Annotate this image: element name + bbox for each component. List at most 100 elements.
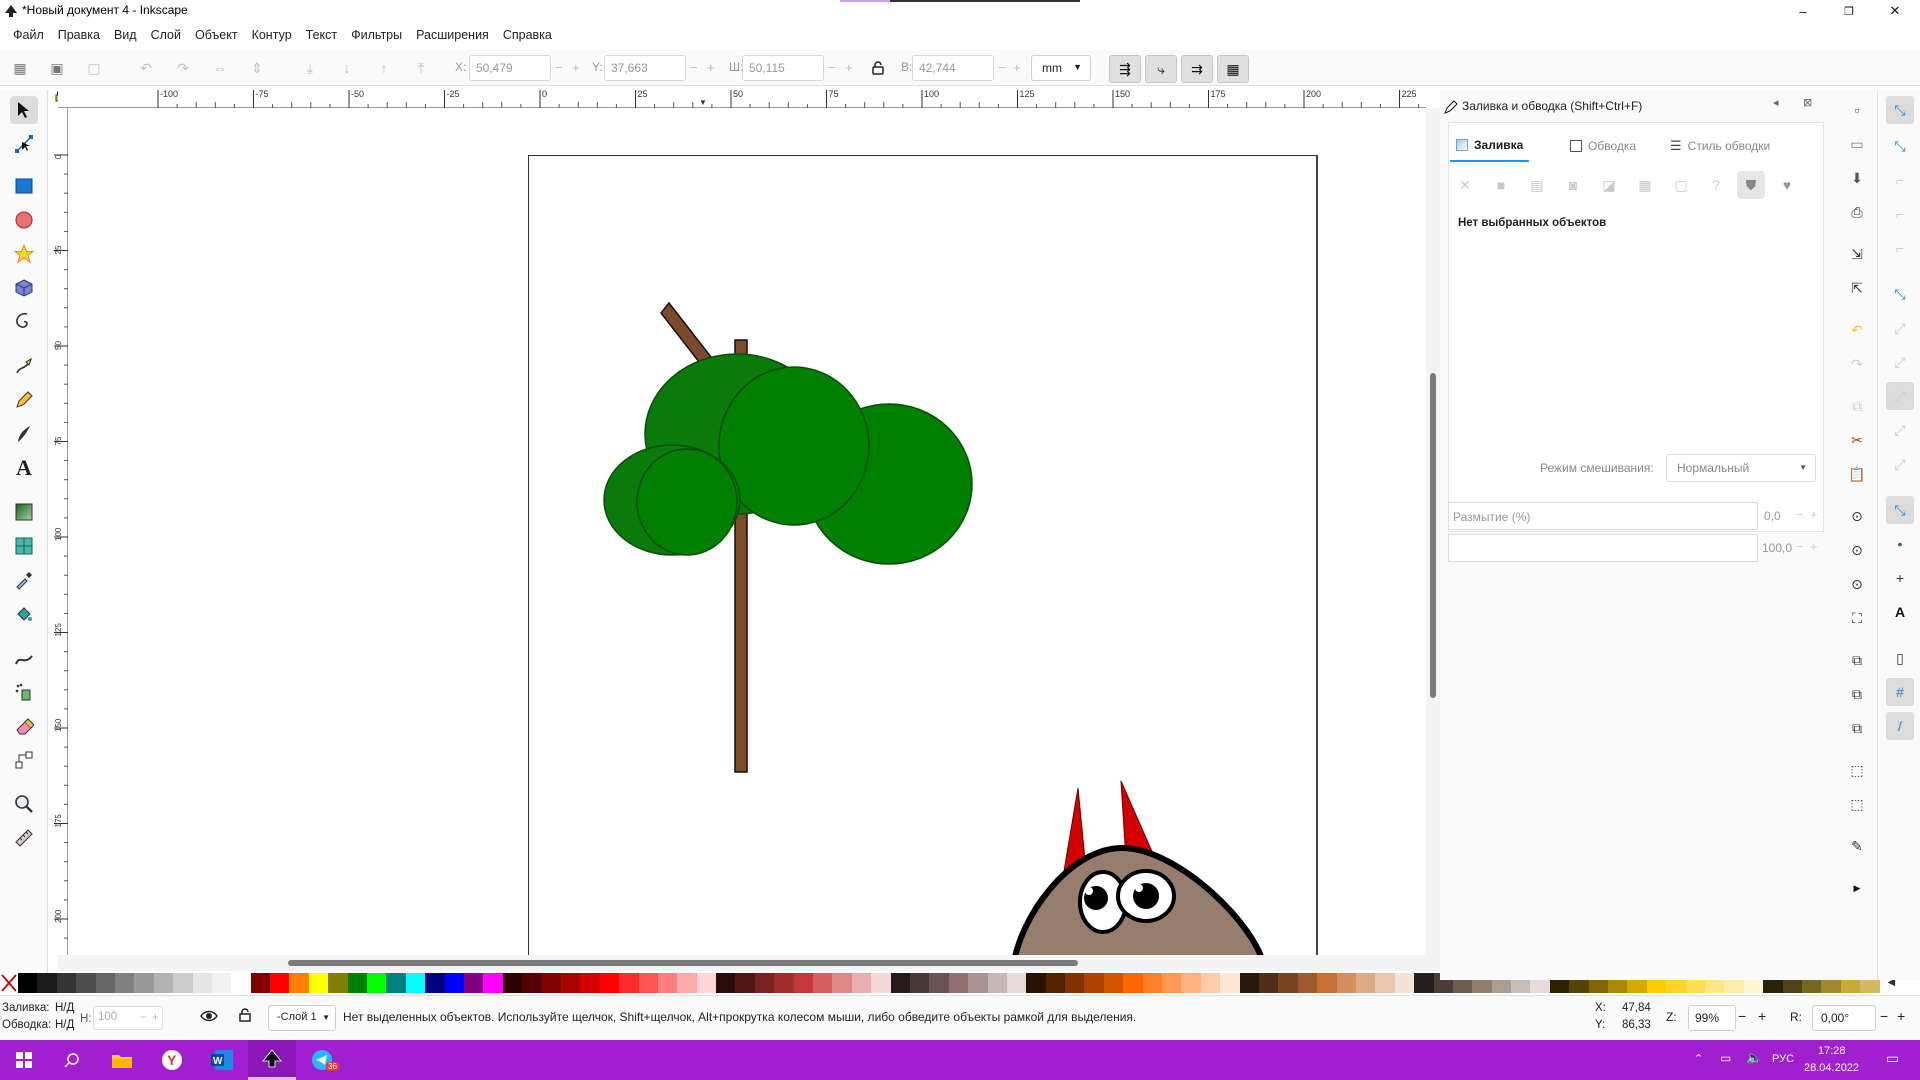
palette-swatch[interactable] [522,973,542,993]
menu-help[interactable]: Справка [496,28,559,42]
dialog-collapse-icon[interactable]: ◂ [1773,96,1779,109]
fill-indicator-value[interactable]: Н/Д [55,1002,74,1014]
menu-edit[interactable]: Правка [51,28,107,42]
clone-icon[interactable]: ⧉ [1845,682,1869,706]
opacity-increment[interactable]: + [152,1010,159,1024]
palette-swatch[interactable] [832,973,852,993]
palette-swatch[interactable] [1317,973,1337,993]
mesh-gradient-icon[interactable]: ◪ [1595,171,1623,199]
swatch-icon[interactable]: ▢ [1667,171,1695,199]
zoom-drawing-icon[interactable]: ⊙ [1845,538,1869,562]
scale-stroke-button[interactable]: ⇶ [1109,55,1141,83]
rotate-increment[interactable]: + [1897,1008,1905,1024]
palette-swatch[interactable] [1065,973,1085,993]
palette-swatch[interactable] [56,973,77,993]
undo-icon[interactable]: ↶ [1845,318,1869,342]
rotate-ccw-icon[interactable]: ↶ [136,58,156,78]
palette-swatch[interactable] [1375,973,1395,993]
search-icon[interactable] [48,1040,96,1080]
height-decrement[interactable]: − [998,60,1006,75]
palette-swatch[interactable] [1045,973,1066,993]
dropper-tool-icon[interactable] [10,566,38,594]
opacity-slider[interactable] [1448,534,1758,562]
palette-swatch[interactable] [560,973,581,993]
ungroup-icon[interactable]: ⬚ [1845,792,1869,816]
snap-rotation-center-icon[interactable]: + [1886,564,1914,592]
dialog-close-icon[interactable]: ⊠ [1803,96,1812,109]
snap-others-icon[interactable]: ⤡ [1886,496,1914,524]
file-explorer-icon[interactable] [98,1040,146,1080]
zoom-tool-icon[interactable] [10,790,38,818]
clock-time[interactable]: 17:28 [1818,1045,1846,1057]
lower-icon[interactable]: ↓ [337,58,357,78]
palette-swatch[interactable] [813,973,833,993]
calligraphy-tool-icon[interactable] [10,420,38,448]
fill-rule-nonzero-icon[interactable]: ♥ [1773,171,1801,199]
zoom-selection-icon[interactable]: ⊙ [1845,504,1869,528]
x-increment[interactable]: + [572,60,580,75]
3d-box-tool-icon[interactable] [10,274,38,302]
palette-swatch[interactable] [735,973,755,993]
group-icon[interactable]: ⬚ [1845,758,1869,782]
palette-swatch[interactable] [1162,973,1182,993]
snap-bbox-icon[interactable]: ⤡ [1886,132,1914,160]
close-button[interactable]: ✕ [1872,0,1918,22]
more-commands-icon[interactable]: ▶ [1845,876,1869,900]
palette-swatch[interactable] [95,973,115,993]
x-input[interactable]: 50,479 [469,55,551,81]
menu-extensions[interactable]: Расширения [409,28,496,42]
palette-swatch[interactable] [502,973,523,993]
palette-swatch[interactable] [1123,973,1143,993]
import-icon[interactable]: ⇲ [1845,242,1869,266]
blur-value[interactable]: 0,0 [1764,509,1781,523]
select-all-icon[interactable]: ▦ [10,58,30,78]
deselect-icon[interactable]: ▢ [84,58,104,78]
palette-swatch[interactable] [153,973,174,993]
vertical-scrollbar[interactable] [1426,108,1440,955]
width-decrement[interactable]: − [828,60,836,75]
open-file-icon[interactable]: ▭ [1845,132,1869,156]
radial-gradient-icon[interactable]: ◙ [1559,171,1587,199]
palette-swatch[interactable] [657,973,678,993]
menu-view[interactable]: Вид [107,28,144,42]
transform-patterns-button[interactable]: ▦ [1217,55,1249,83]
lock-proportions-icon[interactable] [868,58,888,78]
palette-swatch[interactable] [871,973,891,993]
palette-swatch[interactable] [37,973,57,993]
palette-swatch[interactable] [211,973,232,993]
mesh-tool-icon[interactable] [10,532,38,560]
snap-path-intersection-icon[interactable]: ⤢ [1886,348,1914,376]
rotate-decrement[interactable]: − [1880,1008,1888,1024]
palette-swatch[interactable] [134,973,154,993]
export-icon[interactable]: ⇱ [1845,276,1869,300]
lower-to-bottom-icon[interactable]: ⤓ [300,58,320,78]
palette-swatch[interactable] [1181,973,1201,993]
palette-swatch[interactable] [987,973,1007,993]
menu-layer[interactable]: Слой [144,28,188,42]
unlink-clone-icon[interactable]: ⧉ [1845,716,1869,740]
palette-swatch[interactable] [677,973,697,993]
palette-swatch[interactable] [289,973,309,993]
palette-swatch[interactable] [114,973,135,993]
palette-swatch[interactable] [270,973,290,993]
volume-icon[interactable]: 🔈 [1746,1050,1762,1066]
snap-bbox-edge-icon[interactable]: ⌐ [1886,166,1914,194]
snap-smooth-nodes-icon[interactable]: ⤢ [1886,416,1914,444]
palette-swatch[interactable] [716,973,736,993]
palette-swatch[interactable] [968,973,988,993]
palette-swatch[interactable] [754,973,775,993]
height-increment[interactable]: + [1013,60,1021,75]
snap-text-baseline-icon[interactable]: A [1886,598,1914,626]
palette-swatch[interactable] [851,973,872,993]
raise-to-top-icon[interactable]: ⤒ [411,58,431,78]
stroke-indicator-value[interactable]: Н/Д [55,1019,74,1031]
palette-swatch[interactable] [1414,973,1434,993]
gradient-tool-icon[interactable] [10,498,38,526]
unit-select[interactable]: mm ▼ [1031,55,1091,81]
ellipse-tool-icon[interactable] [10,206,38,234]
paste-icon[interactable]: 📋 [1845,462,1869,486]
snap-page-border-icon[interactable]: ▯ [1886,644,1914,672]
linear-gradient-icon[interactable]: ▤ [1523,171,1551,199]
tray-expand-icon[interactable]: ⌃ [1694,1052,1703,1065]
palette-swatch[interactable] [483,973,503,993]
